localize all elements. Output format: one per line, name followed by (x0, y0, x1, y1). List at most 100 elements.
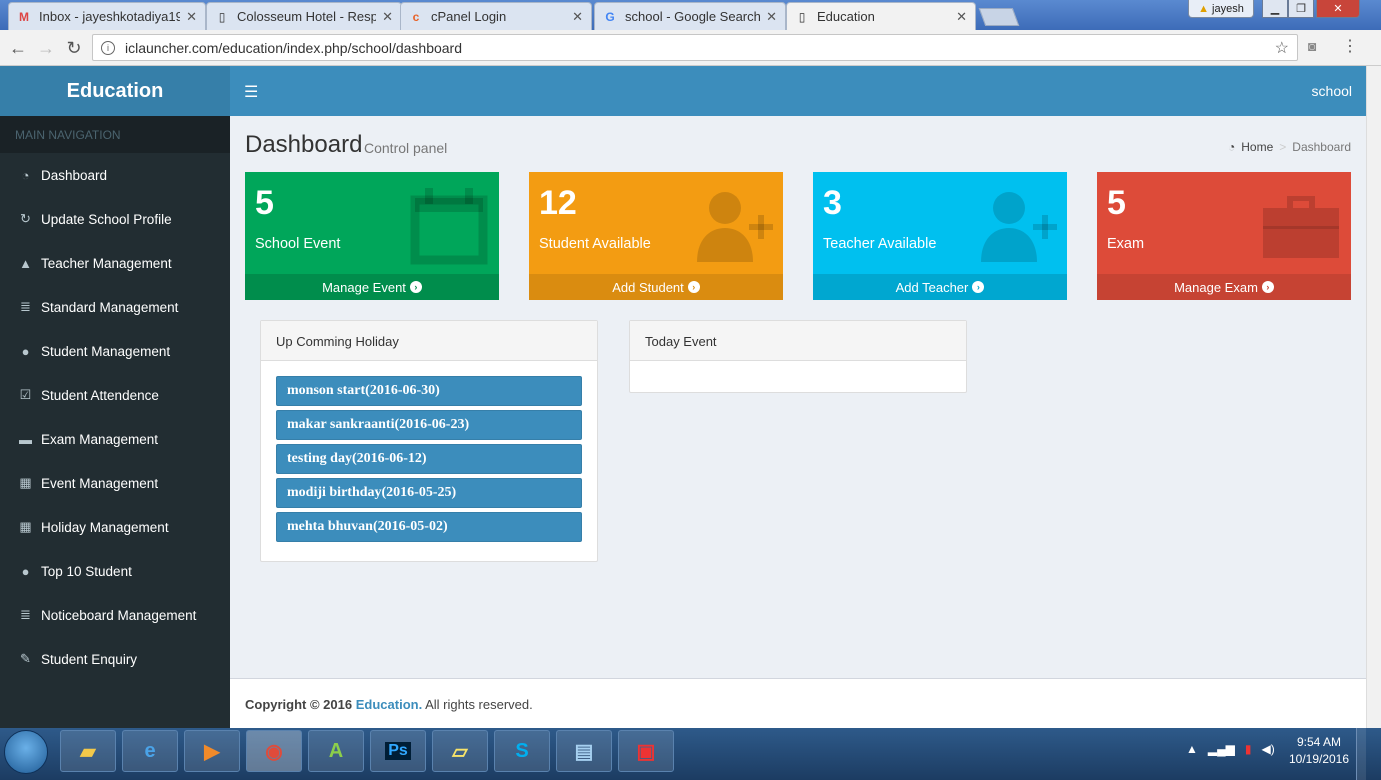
gmail-icon: M (19, 9, 29, 24)
app: Education ☰ school MAIN NAVIGATION ◔ Dash… (0, 66, 1366, 728)
stat-label: Student Available (539, 236, 651, 252)
new-tab-button[interactable] (978, 8, 1020, 26)
sidebar-item-student-management[interactable]: ● Student Management (0, 329, 230, 373)
battery-icon[interactable]: ▮ (1245, 742, 1252, 756)
link-label: Add Teacher (895, 279, 969, 295)
volume-icon[interactable]: ◀) (1261, 742, 1274, 756)
file-explorer-icon[interactable]: ▰ (60, 730, 116, 772)
scrollbar[interactable] (1366, 66, 1381, 728)
sidebar-item-label: Top 10 Student (41, 563, 132, 579)
sidebar-item-holiday-management[interactable]: ▦ Holiday Management (0, 505, 230, 549)
url-text[interactable]: iclauncher.com/education/index.php/schoo… (125, 40, 462, 56)
reload-icon[interactable]: ↻ (64, 38, 84, 59)
notepad-icon[interactable]: ▤ (556, 730, 612, 772)
tab-close-icon[interactable]: ✕ (766, 9, 777, 25)
holiday-item[interactable]: modiji birthday(2016-05-25) (276, 478, 582, 508)
sidebar-item-label: Dashboard (41, 167, 108, 183)
sidebar-item-teacher-management[interactable]: ▲ Teacher Management (0, 241, 230, 285)
cpanel-icon: c (412, 9, 420, 24)
sidebar-item-update-school-profile[interactable]: ↻ Update School Profile (0, 197, 230, 241)
holiday-item[interactable]: monson start(2016-06-30) (276, 376, 582, 406)
bookmark-star-icon[interactable]: ☆ (1275, 38, 1289, 58)
sticky-notes-icon[interactable]: ▱ (432, 730, 488, 772)
tab-cpanel[interactable]: c cPanel Login ✕ (400, 2, 592, 30)
tab-close-icon[interactable]: ✕ (382, 9, 393, 25)
stat-box-events: 5 School Event Manage Event › (245, 172, 499, 300)
minimize-button[interactable]: ▁ (1262, 0, 1288, 18)
address-toolbar: ← → ↻ i iclauncher.com/education/index.p… (0, 30, 1381, 66)
sidebar: MAIN NAVIGATION ◔ Dashboard ↻ Update School… (0, 116, 230, 728)
profile-button[interactable]: ▲ jayesh (1188, 0, 1254, 18)
sidebar-item-dashboard[interactable]: ◔ Dashboard (0, 153, 230, 197)
info-icon[interactable]: i (101, 40, 115, 55)
photoshop-icon[interactable]: Ps (370, 730, 426, 772)
warning-icon: ▲ (1198, 2, 1210, 15)
tab-close-icon[interactable]: ✕ (572, 9, 583, 25)
sidebar-item-event-management[interactable]: ▦ Event Management (0, 461, 230, 505)
media-player-icon[interactable]: ▶ (184, 730, 240, 772)
chrome-icon[interactable]: ◉ (246, 730, 302, 772)
sidebar-item-label: Exam Management (41, 431, 159, 447)
sidebar-item-student-enquiry[interactable]: ✎ Student Enquiry (0, 637, 230, 681)
sidebar-item-student-attendence[interactable]: ☑ Student Attendence (0, 373, 230, 417)
internet-explorer-icon[interactable]: e (122, 730, 178, 772)
user-plus-icon (981, 192, 1057, 262)
url-bar[interactable]: i iclauncher.com/education/index.php/sch… (92, 34, 1298, 61)
sidebar-item-label: Standard Management (41, 299, 179, 315)
copyright-text: Copyright © 2016 (245, 697, 353, 712)
start-button[interactable] (4, 730, 48, 774)
android-studio-icon[interactable]: A (308, 730, 364, 772)
tab-close-icon[interactable]: ✕ (956, 9, 967, 25)
show-desktop-button[interactable] (1356, 728, 1366, 780)
back-arrow-icon[interactable]: ← (8, 38, 28, 59)
holiday-item[interactable]: mehta bhuvan(2016-05-02) (276, 512, 582, 542)
pdf-reader-icon[interactable]: ▣ (618, 730, 674, 772)
tab-education[interactable]: ▯ Education ✕ (786, 2, 976, 30)
sidebar-item-label: Holiday Management (41, 519, 169, 535)
sidebar-item-label: Student Management (41, 343, 171, 359)
stat-label: Teacher Available (823, 236, 937, 252)
clock[interactable]: 9:54 AM 10/19/2016 (1284, 734, 1354, 768)
signal-icon[interactable]: ▂▄▆ (1208, 742, 1235, 756)
stat-box-teachers: 3 Teacher Available Add Teacher › (813, 172, 1067, 300)
breadcrumb-home[interactable]: Home (1241, 140, 1273, 154)
holiday-item[interactable]: makar sankraanti(2016-06-23) (276, 410, 582, 440)
camera-icon[interactable]: ◙ (1308, 38, 1316, 54)
manage-exam-link[interactable]: Manage Exam › (1097, 274, 1351, 300)
stat-value: 12 (539, 184, 577, 222)
tab-close-icon[interactable]: ✕ (186, 9, 197, 25)
maximize-button[interactable]: ❐ (1288, 0, 1314, 18)
footer: Copyright © 2016 Education. All rights r… (230, 678, 1366, 728)
menu-dots-icon[interactable]: ⋮ (1342, 36, 1358, 56)
tray-expand-icon[interactable]: ▲ (1186, 742, 1198, 756)
tab-gmail[interactable]: M Inbox - jayeshkotadiya19 ✕ (8, 2, 206, 30)
user-icon: ● (21, 343, 30, 359)
page-icon: ▯ (218, 9, 226, 24)
tab-google[interactable]: G school - Google Search ✕ (594, 2, 786, 30)
sidebar-item-exam-management[interactable]: ▬ Exam Management (0, 417, 230, 461)
add-teacher-link[interactable]: Add Teacher › (813, 274, 1067, 300)
holiday-panel: Up Comming Holiday monson start(2016-06-… (260, 320, 598, 562)
tab-colosseum[interactable]: ▯ Colosseum Hotel - Respo ✕ (206, 2, 402, 30)
dashboard-icon: ◔ (1228, 140, 1236, 154)
briefcase-icon: ▬ (19, 431, 32, 447)
hamburger-menu-icon[interactable]: ☰ (244, 82, 258, 102)
manage-event-link[interactable]: Manage Event › (245, 274, 499, 300)
edit-icon: ✎ (20, 651, 31, 666)
user-menu[interactable]: school (1312, 83, 1352, 99)
refresh-icon: ↻ (20, 211, 31, 226)
window-close-button[interactable]: ✕ (1316, 0, 1360, 18)
add-student-link[interactable]: Add Student › (529, 274, 783, 300)
arrow-circle-right-icon: › (409, 281, 422, 293)
sidebar-item-label: Teacher Management (41, 255, 172, 271)
skype-icon[interactable]: S (494, 730, 550, 772)
sidebar-item-noticeboard-management[interactable]: ≣ Noticeboard Management (0, 593, 230, 637)
footer-brand-link[interactable]: Education. (356, 697, 422, 712)
sidebar-item-standard-management[interactable]: ≣ Standard Management (0, 285, 230, 329)
holiday-item[interactable]: testing day(2016-06-12) (276, 444, 582, 474)
holiday-list: monson start(2016-06-30) makar sankraanti… (261, 376, 597, 542)
sidebar-item-top-10-student[interactable]: ● Top 10 Student (0, 549, 230, 593)
app-logo[interactable]: Education (0, 66, 230, 116)
tab-label: cPanel Login (431, 9, 507, 24)
forward-arrow-icon[interactable]: → (36, 38, 56, 59)
